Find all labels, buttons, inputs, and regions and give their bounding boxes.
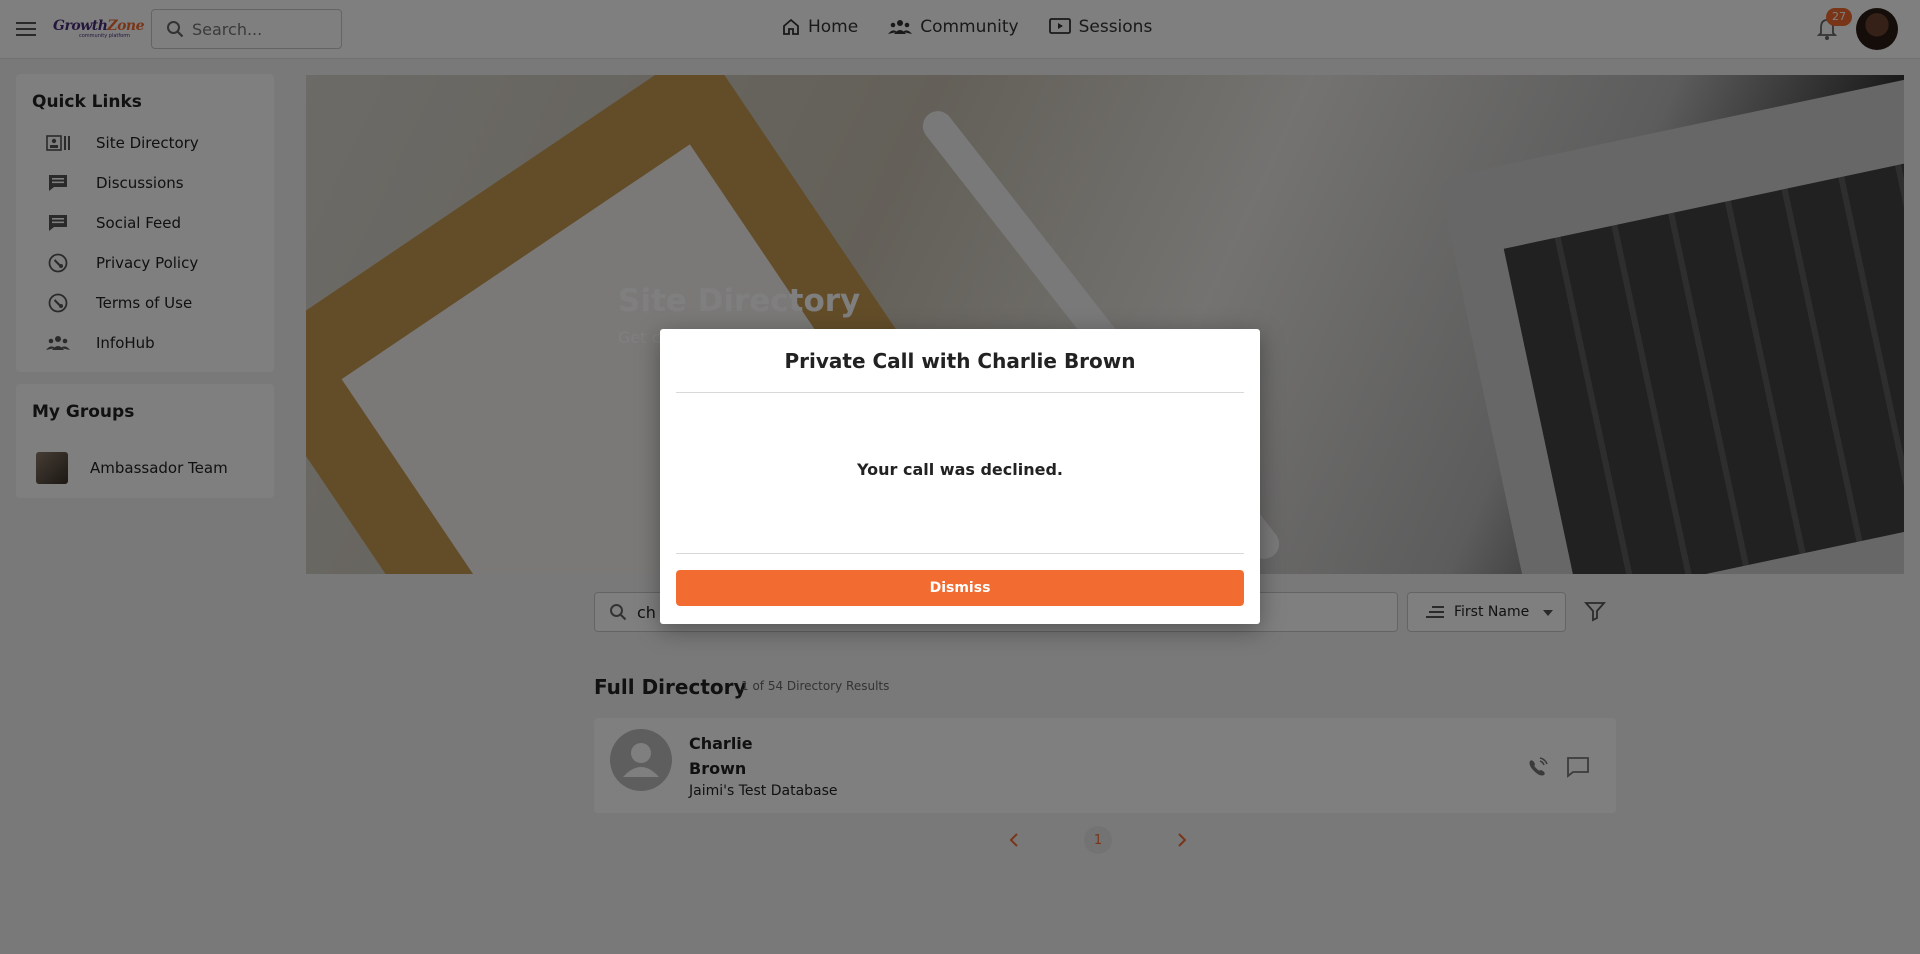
modal-message: Your call was declined. (857, 460, 1063, 479)
modal-divider (676, 392, 1244, 393)
call-modal: Private Call with Charlie Brown Your cal… (660, 329, 1260, 624)
modal-divider (676, 553, 1244, 554)
dismiss-button[interactable]: Dismiss (676, 570, 1244, 606)
modal-title: Private Call with Charlie Brown (784, 349, 1136, 373)
